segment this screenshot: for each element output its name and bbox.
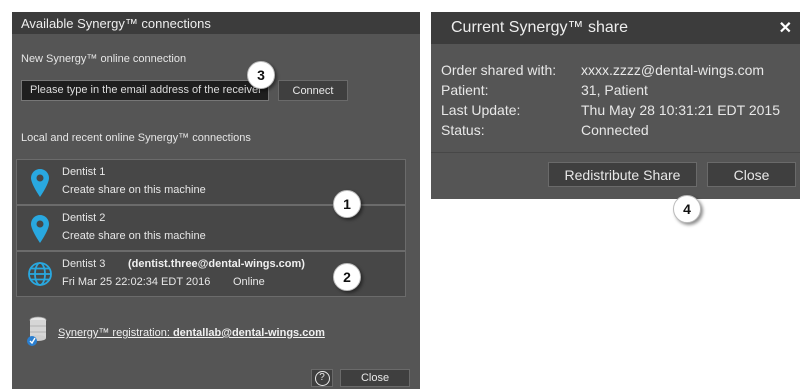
help-button[interactable]: ? bbox=[311, 369, 333, 387]
dialog-title: Available Synergy™ connections bbox=[21, 16, 211, 31]
registration-link[interactable]: Synergy™ registration: dentallab@dental-… bbox=[58, 327, 325, 339]
last-update-value: Thu May 28 10:31:21 EDT 2015 bbox=[581, 102, 780, 118]
item-status: Online bbox=[233, 276, 265, 288]
dialog-titlebar: Current Synergy™ share ✕ bbox=[431, 12, 800, 44]
item-name: Dentist 1 bbox=[62, 166, 106, 178]
close-label: Close bbox=[733, 166, 770, 183]
recent-connections-label: Local and recent online Synergy™ connect… bbox=[21, 132, 251, 144]
close-button[interactable]: Close bbox=[340, 369, 410, 387]
current-share-dialog: Current Synergy™ share ✕ Order shared wi… bbox=[431, 12, 800, 199]
separator bbox=[431, 152, 800, 153]
item-name: Dentist 2 bbox=[62, 212, 106, 224]
email-input[interactable]: Please type in the email address of the … bbox=[21, 80, 269, 101]
dialog-title: Current Synergy™ share bbox=[451, 19, 628, 36]
order-shared-with-label: Order shared with: bbox=[441, 62, 557, 78]
close-icon[interactable]: ✕ bbox=[779, 18, 792, 38]
callout-3: 3 bbox=[247, 61, 275, 89]
database-icon bbox=[26, 315, 48, 352]
order-shared-with-value: xxxx.zzzz@dental-wings.com bbox=[581, 62, 765, 78]
location-pin-icon bbox=[31, 215, 49, 248]
last-update-label: Last Update: bbox=[441, 102, 521, 118]
registration-prefix: Synergy™ registration: bbox=[58, 327, 173, 339]
item-subtitle: Create share on this machine bbox=[62, 230, 206, 242]
patient-value: 31, Patient bbox=[581, 82, 648, 98]
callout-1: 1 bbox=[333, 190, 361, 218]
close-button[interactable]: Close bbox=[707, 162, 796, 187]
new-connection-label: New Synergy™ online connection bbox=[21, 53, 187, 65]
globe-icon bbox=[27, 261, 53, 292]
item-date: Fri Mar 25 22:02:34 EDT 2016 bbox=[62, 276, 211, 288]
callout-4: 4 bbox=[673, 195, 701, 223]
item-name: Dentist 3 bbox=[62, 258, 106, 270]
item-subtitle: Create share on this machine bbox=[62, 184, 206, 196]
connect-label: Connect bbox=[292, 84, 334, 97]
redistribute-label: Redistribute Share bbox=[564, 166, 681, 183]
email-placeholder: Please type in the email address of the … bbox=[30, 84, 262, 96]
status-label: Status: bbox=[441, 122, 485, 138]
item-email: (dentist.three@dental-wings.com) bbox=[128, 258, 305, 270]
redistribute-share-button[interactable]: Redistribute Share bbox=[548, 162, 697, 187]
close-label: Close bbox=[360, 372, 390, 384]
registration-email: dentallab@dental-wings.com bbox=[172, 327, 325, 339]
connect-button[interactable]: Connect bbox=[278, 80, 348, 101]
location-pin-icon bbox=[31, 169, 49, 202]
dialog-titlebar: Available Synergy™ connections bbox=[12, 12, 420, 34]
help-icon: ? bbox=[314, 370, 330, 386]
patient-label: Patient: bbox=[441, 82, 489, 98]
status-value: Connected bbox=[581, 122, 649, 138]
callout-2: 2 bbox=[333, 263, 361, 291]
